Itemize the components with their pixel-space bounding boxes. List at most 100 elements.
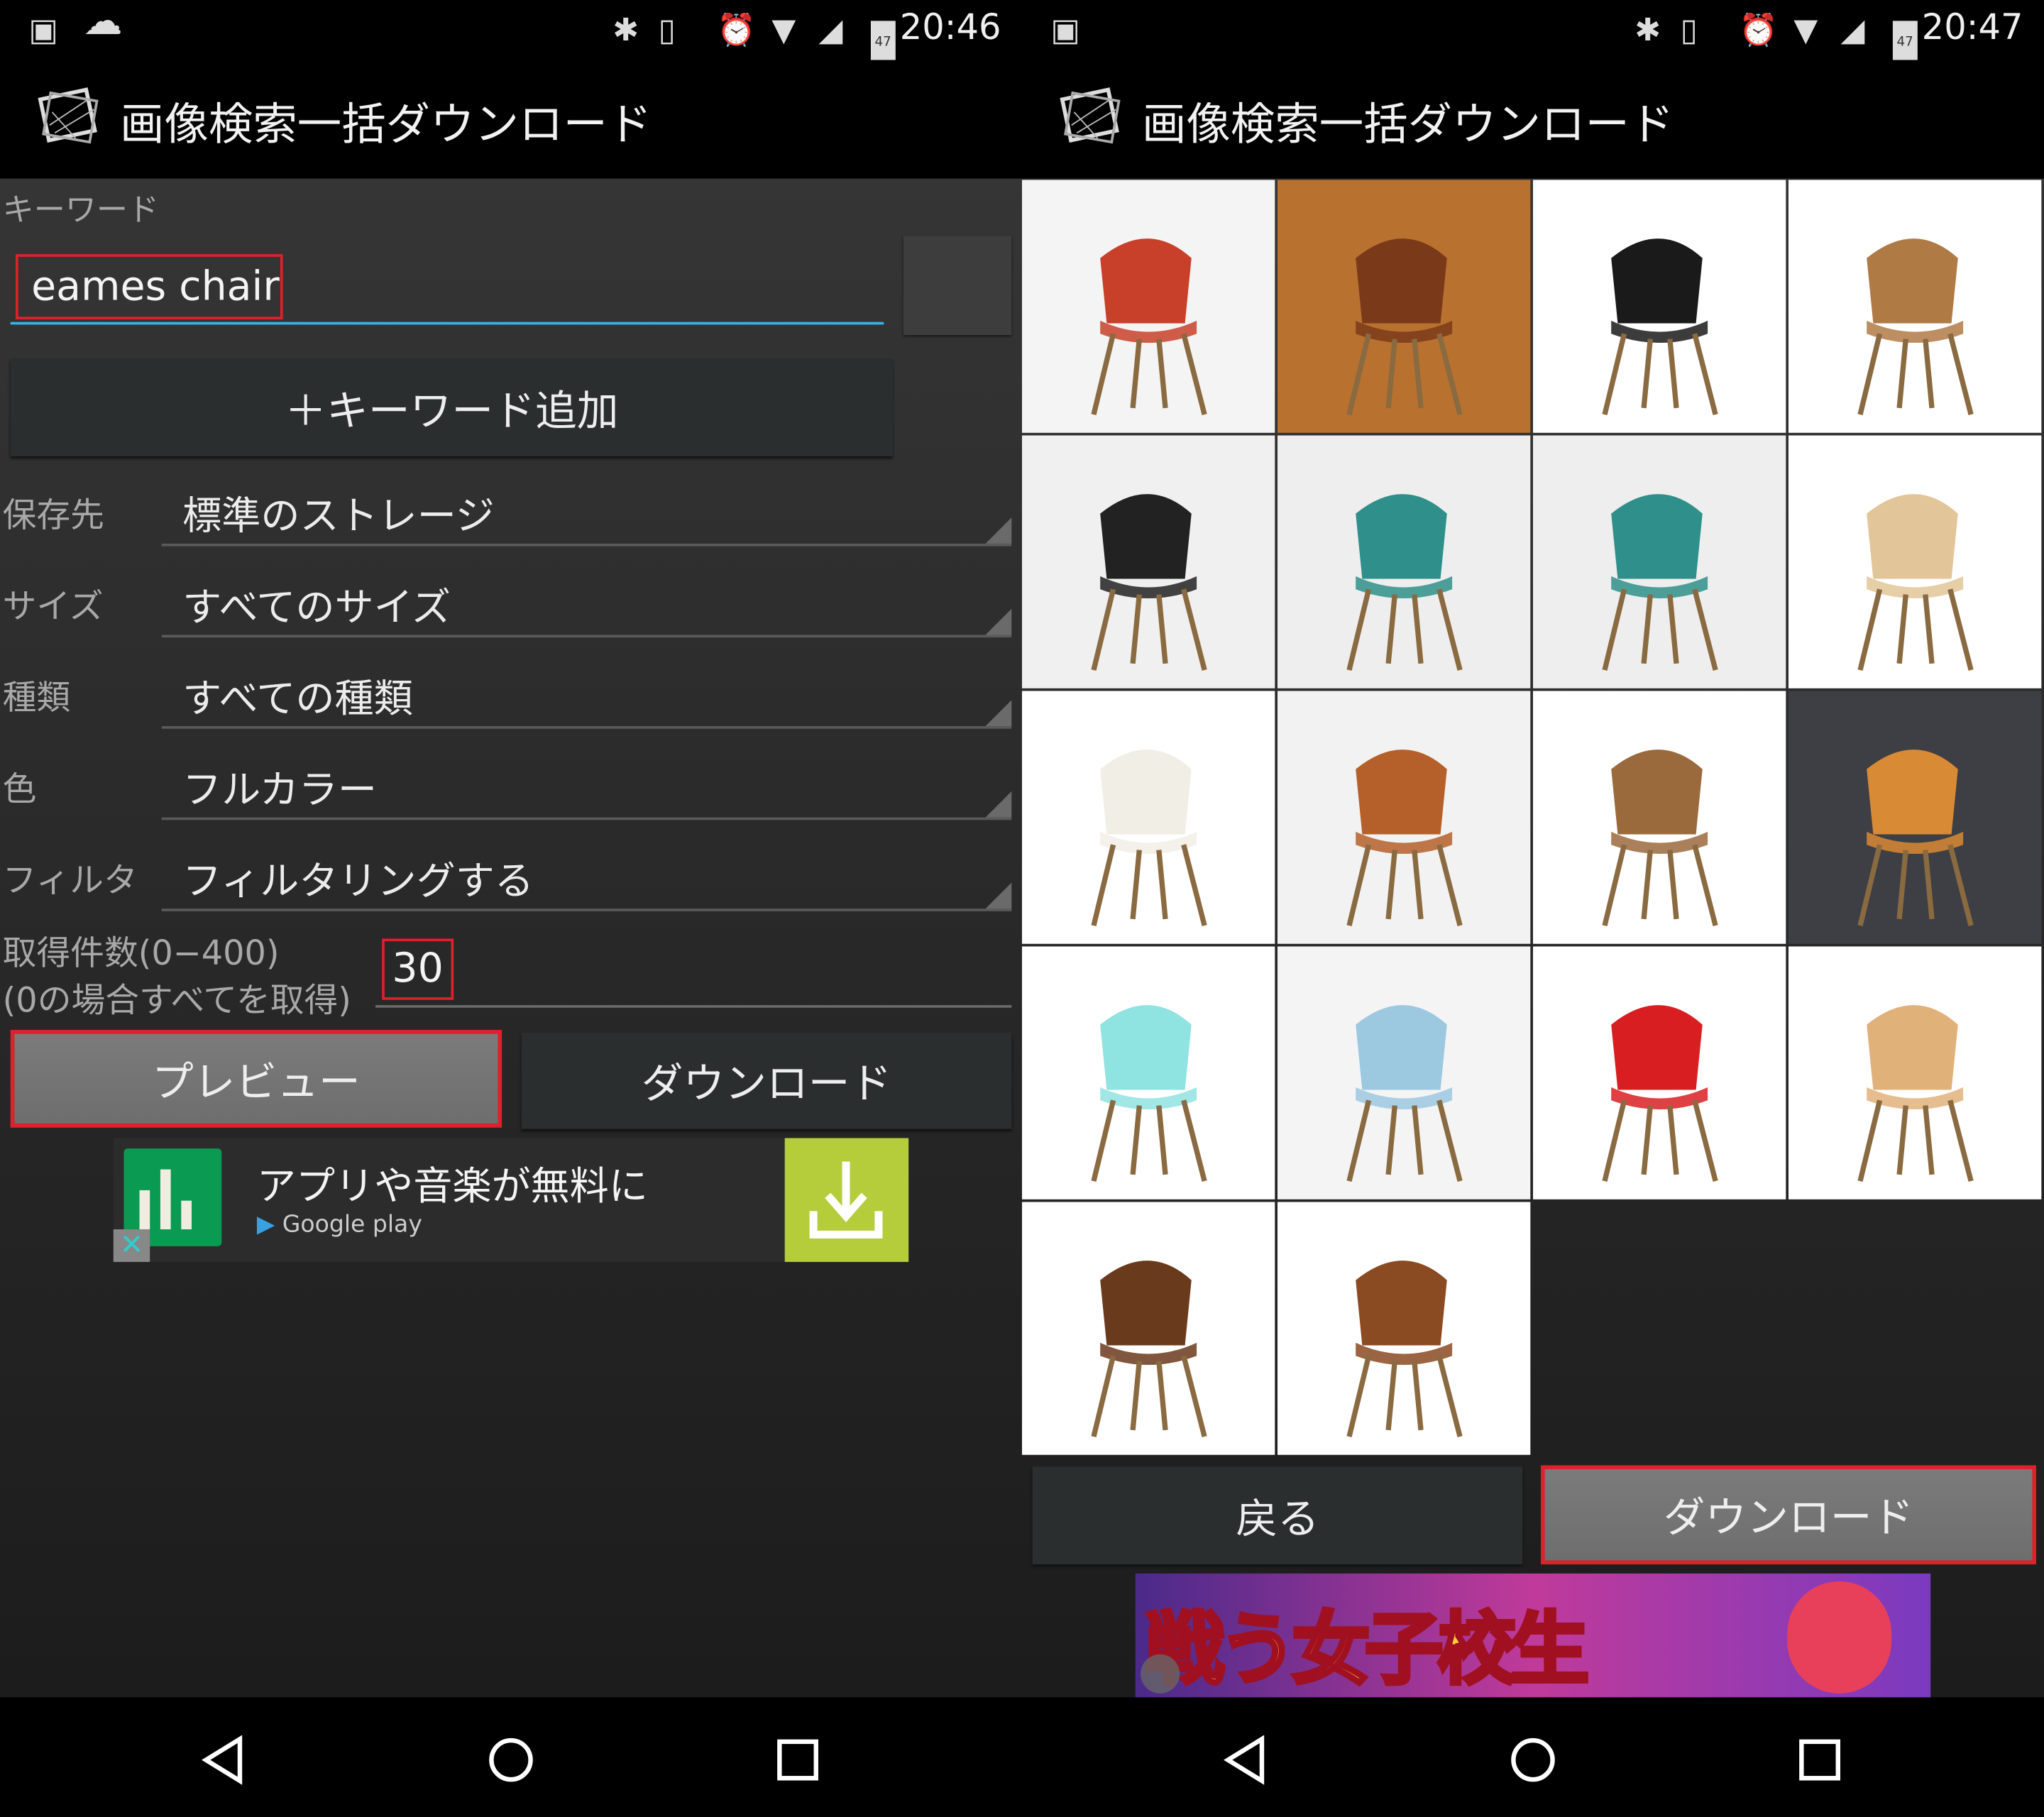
count-input[interactable]: 30 [382, 938, 454, 1000]
app-title: 画像検索一括ダウンロード [119, 99, 652, 152]
clock: 20:46 [899, 8, 1001, 48]
chair-image [1346, 1005, 1463, 1182]
signal-icon: ◢ [1840, 11, 1865, 48]
ad-info-icon[interactable] [1141, 1654, 1180, 1694]
ad-banner-text: 戦う女子校生 [1144, 1603, 1591, 1697]
search-form: キーワード eames chair ＋キーワード追加 保存先 標準のストレージ … [0, 178, 1022, 1698]
chair-image [1857, 1005, 1974, 1182]
ad-download-button[interactable] [784, 1138, 909, 1262]
ad-banner[interactable]: ✕ アプリや音楽が無料に ▶ Google play [113, 1138, 909, 1262]
chair-image [1091, 494, 1207, 671]
gallery-icon: ▣ [1050, 11, 1081, 48]
chair-image [1091, 1261, 1207, 1437]
vibrate-icon: ▯ [1680, 11, 1698, 48]
image-thumbnail[interactable] [1788, 946, 2042, 1200]
chair-image [1857, 238, 1974, 415]
preview-content: 戻る ダウンロード 戦う女子校生 [1021, 178, 2044, 1698]
download-button[interactable]: ダウンロード [521, 1032, 1012, 1129]
app-title: 画像検索一括ダウンロード [1141, 99, 1674, 152]
gallery-icon: ▣ [28, 11, 59, 48]
chair-image [1602, 750, 1718, 926]
ad-store-name: Google play [282, 1211, 422, 1239]
setting-label: 色 [2, 770, 37, 810]
image-thumbnail[interactable] [1021, 180, 1275, 433]
wifi-icon: ▼ [771, 11, 796, 48]
chair-image [1602, 494, 1718, 671]
add-keyword-button[interactable]: ＋キーワード追加 [10, 358, 894, 456]
setting-label: 種類 [2, 679, 71, 719]
chair-image [1346, 494, 1463, 671]
back-icon[interactable] [1220, 1734, 1272, 1786]
image-thumbnail[interactable] [1532, 691, 1786, 944]
back-icon[interactable] [198, 1734, 250, 1786]
bluetooth-icon: ✱ [612, 11, 639, 48]
preview-button[interactable]: プレビュー [10, 1030, 502, 1128]
ad-character-image [1787, 1581, 1892, 1694]
spinner-arrow-icon [985, 517, 1012, 544]
setting-value: 標準のストレージ [182, 494, 495, 540]
setting-label: フィルタ [2, 862, 138, 901]
spinner-underline [161, 543, 1012, 547]
image-thumbnail[interactable] [1532, 180, 1786, 433]
cloud-upload-icon: ☁ [83, 0, 123, 45]
setting-value: すべての種類 [182, 676, 413, 723]
wifi-icon: ▼ [1793, 11, 1818, 48]
image-thumbnail[interactable] [1788, 180, 2042, 433]
image-thumbnail[interactable] [1788, 691, 2042, 944]
home-icon[interactable] [1507, 1734, 1559, 1786]
chair-image [1091, 750, 1207, 926]
status-bar: ▣ ☁ ✱ ▯ ⏰ ▼ ◢ 47 20:46 [0, 0, 1022, 65]
image-thumbnail[interactable] [1021, 435, 1275, 688]
download-button[interactable]: ダウンロード [1541, 1465, 2036, 1565]
ad-banner[interactable]: 戦う女子校生 [1135, 1573, 1931, 1698]
image-thumbnail[interactable] [1277, 435, 1531, 688]
keyword-value: eames chair [31, 263, 280, 311]
recents-icon[interactable] [1793, 1734, 1845, 1786]
play-store-icon: ▶ [256, 1211, 275, 1239]
spinner-arrow-icon [985, 882, 1012, 909]
spinner-underline [161, 908, 1012, 911]
setting-value: フィルタリングする [182, 859, 534, 905]
image-thumbnail[interactable] [1021, 946, 1275, 1200]
setting-value: フルカラー [182, 767, 378, 814]
alarm-icon: ⏰ [1739, 11, 1779, 48]
alarm-icon: ⏰ [717, 11, 757, 48]
remove-keyword-button[interactable] [903, 236, 1012, 336]
image-thumbnail[interactable] [1277, 1202, 1531, 1455]
image-thumbnail[interactable] [1021, 1202, 1275, 1455]
image-thumbnail[interactable] [1277, 691, 1531, 944]
keyword-label: キーワード [2, 191, 160, 229]
vibrate-icon: ▯ [658, 11, 676, 48]
google-play-label: ▶ Google play [257, 1211, 422, 1239]
back-button[interactable]: 戻る [1032, 1466, 1523, 1565]
search-screen: ▣ ☁ ✱ ▯ ⏰ ▼ ◢ 47 20:46 画像検索一括ダウンロード キーワー… [0, 0, 1022, 1817]
ad-close-icon[interactable]: ✕ [113, 1229, 150, 1262]
chair-image [1602, 238, 1718, 415]
recents-icon[interactable] [771, 1734, 823, 1786]
app-logo-icon [1060, 87, 1121, 144]
image-thumbnail[interactable] [1532, 435, 1786, 688]
chair-image [1346, 750, 1463, 926]
keyword-input[interactable]: eames chair [16, 254, 283, 319]
bluetooth-icon: ✱ [1634, 11, 1661, 48]
battery-icon: 47 [870, 21, 896, 65]
image-thumbnail[interactable] [1277, 180, 1531, 433]
chair-image [1091, 1005, 1207, 1182]
image-thumbnail[interactable] [1277, 946, 1531, 1200]
action-bar: 画像検索一括ダウンロード [1021, 60, 2044, 179]
spinner-underline [161, 635, 1012, 638]
chair-image [1857, 750, 1974, 926]
image-thumbnail[interactable] [1021, 691, 1275, 944]
spinner-arrow-icon [985, 791, 1012, 818]
keyword-underline [10, 322, 884, 325]
clock: 20:47 [1921, 8, 2023, 48]
chair-image [1091, 238, 1207, 415]
count-label: 取得件数(0−400) [2, 934, 280, 975]
count-underline [375, 1005, 1012, 1008]
home-icon[interactable] [485, 1734, 537, 1786]
navigation-bar [1021, 1697, 2044, 1817]
image-thumbnail[interactable] [1788, 435, 2042, 688]
image-thumbnail[interactable] [1532, 946, 1786, 1200]
chair-image [1346, 1261, 1463, 1437]
navigation-bar [0, 1697, 1022, 1817]
